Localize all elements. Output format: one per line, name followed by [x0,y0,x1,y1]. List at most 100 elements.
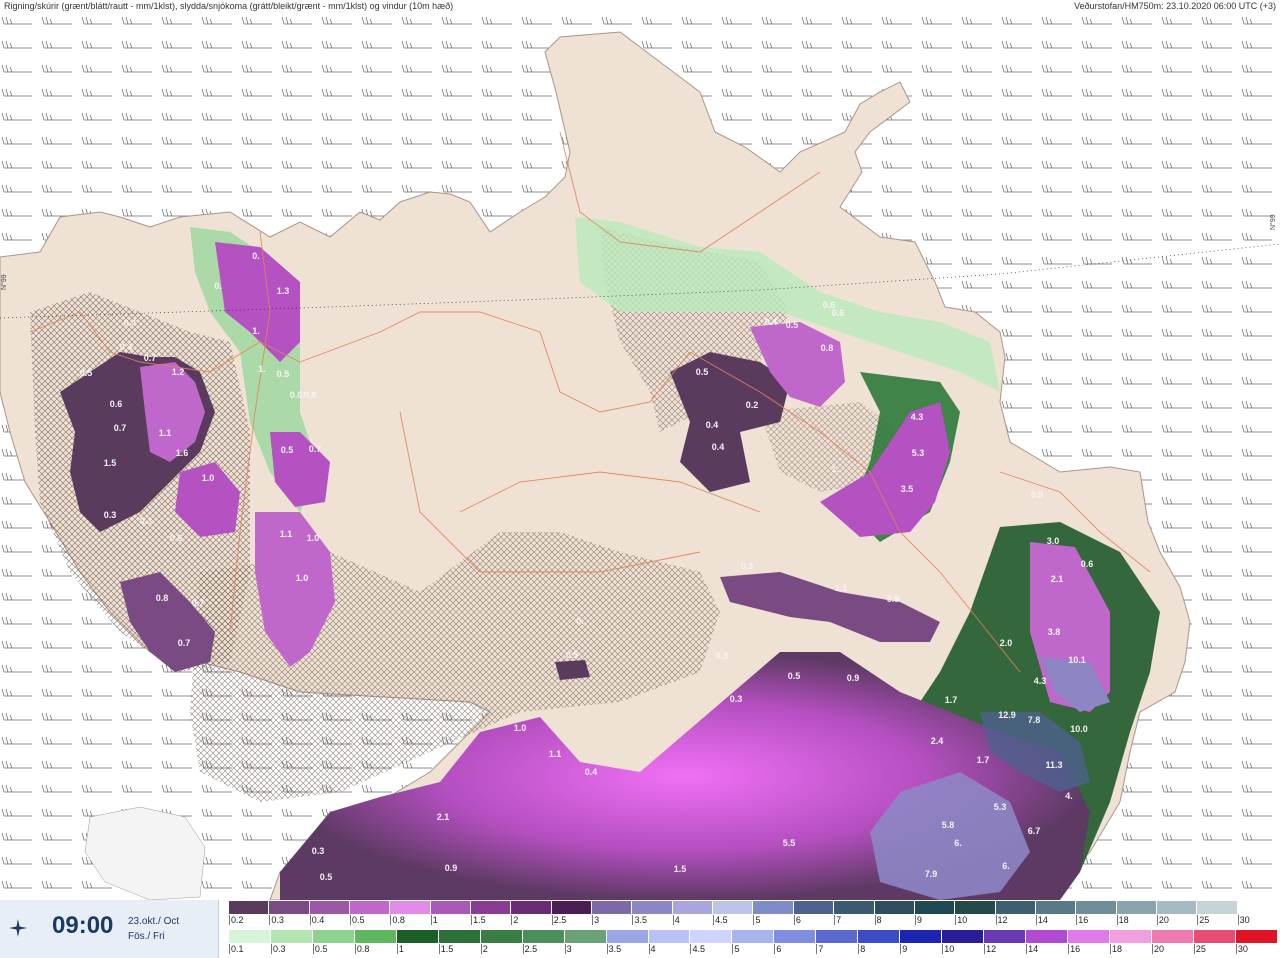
scale-swatch [1193,930,1236,943]
precip-value-label: 1.5 [104,458,117,468]
precip-value-label: 3.8 [1048,627,1061,637]
scale-label: 7 [816,944,858,954]
scale-swatch [816,930,859,943]
precip-value-label: 1.1 [280,529,293,539]
precip-value-label: 6. [954,838,962,848]
scale-swatch [522,930,565,943]
scale-swatch [874,901,915,914]
precip-value-label: 0.0 [290,390,303,400]
precip-value-label: 0.3 [730,694,743,704]
scale-label: 7 [834,915,874,925]
precip-value-label: 0.4 [706,420,719,430]
scale-label: 5 [753,915,793,925]
scale-swatch [1116,901,1157,914]
scale-swatch [955,901,996,914]
precip-value-label: 0.5 [277,369,290,379]
precip-value-label: 10.1 [1068,655,1086,665]
precip-value-label: 1.5 [674,864,687,874]
precip-value-label: 0.6 [110,399,123,409]
scale-swatch [1151,930,1194,943]
precip-value-label: 0.5 [788,671,801,681]
precip-value-label: 0.4 [585,767,598,777]
precip-value-label: 0.7 [114,423,127,433]
scale-swatch [984,930,1027,943]
precip-value-label: 5.3 [994,802,1007,812]
scale-label: 0.2 [229,915,269,925]
scale-swatch [1035,901,1077,914]
precip-value-label: 1. [258,364,266,374]
scale-label: 12 [995,915,1036,925]
precip-value-label: 1.2 [172,367,185,377]
precip-value-label: 1.0 [514,723,527,733]
scale-swatch [229,901,270,914]
scale-label: 18 [1110,944,1152,954]
scale-swatch [632,901,673,914]
scale-swatch [1197,901,1238,914]
scale-swatch [438,930,481,943]
scale-swatch [914,901,956,914]
forecast-weekday: Fös./ Fri [128,931,165,942]
scale-label: 8 [874,915,915,925]
scale-swatch [648,930,691,943]
precip-value-label: 0. [252,251,260,261]
scale-label: 1 [430,915,471,925]
scale-swatch [1110,930,1152,943]
precip-value-label: 0.4 [120,342,133,352]
precip-value-label: 0.7 [178,638,191,648]
precip-value-label: 0.3 [312,846,325,856]
scale-swatch [1156,901,1198,914]
scale-swatch [1026,930,1069,943]
scale-label: 0.3 [269,915,309,925]
scale-swatch [270,930,313,943]
precip-value-label: 1.3 [277,286,290,296]
scale-label: 0.5 [350,915,390,925]
scale-swatch [390,901,431,914]
precip-value-label: 0.3 [104,510,117,520]
scale-label: 16 [1076,915,1116,925]
scale-swatch [606,930,649,943]
scale-label: 14 [1026,944,1068,954]
precip-value-label: 12.9 [998,710,1016,720]
scale-swatch [564,930,607,943]
scale-label: 6 [793,915,834,925]
precip-value-label: 0.5 [566,650,579,660]
scale-label: 18 [1116,915,1157,925]
scale-swatch [672,901,714,914]
precipitation-map[interactable]: 0.4 0.4 0.5 0.7 1.2 0.6 0.7 1.1 1.6 1.5 1.0 0.3 0.3 0… [0,12,1280,900]
scale-swatch [1068,930,1111,943]
scale-swatch [229,930,271,943]
scale-swatch [1235,930,1278,943]
scale-label: 6 [774,944,816,954]
scale-swatch [354,930,397,943]
scale-swatch [480,930,523,943]
scale-swatch [1237,901,1278,914]
scale-label: 25 [1193,944,1236,954]
precip-value-label: 0.6 [170,533,183,543]
scale-label: 12 [984,944,1026,954]
time-panel: 09:00 23.okt./ Oct Fös./ Fri [0,900,219,958]
scale-label: 0.8 [390,915,430,925]
precip-value-label: 6.7 [1028,826,1041,836]
precip-value-label: 1.1 [549,749,562,759]
scale-swatch [690,930,733,943]
scale-label: 5 [732,944,774,954]
precip-value-label: 0. [576,616,584,626]
vedur-logo-icon [9,919,27,937]
scale-swatch [774,930,817,943]
precip-value-label: 4. [1065,791,1073,801]
scale-swatch [551,901,593,914]
latitude-label-left: N°99 [1,274,8,290]
scale-swatch [858,930,901,943]
precip-value-label: 0.9 [887,594,900,604]
scale-label: 9 [900,944,942,954]
precip-value-label: 0.8 [156,593,169,603]
precip-value-label: 0.3 [140,516,153,526]
precip-value-label: 0.4 [712,442,725,452]
scale-label: 25 [1197,915,1237,925]
precip-value-label: 0.6 [832,308,845,318]
precip-value-label: 3.0 [1047,536,1060,546]
rain-color-scale [229,930,1278,943]
scale-label: 14 [1035,915,1076,925]
precip-value-label: 4.3 [1034,676,1047,686]
scale-label: 20 [1156,915,1197,925]
